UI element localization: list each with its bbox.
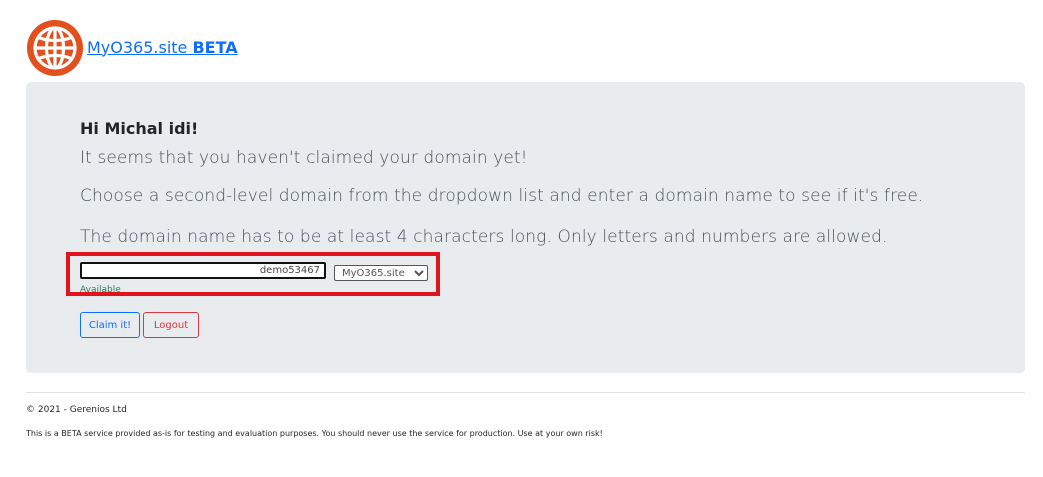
instructions-text: Choose a second-level domain from the dr… <box>80 186 924 206</box>
globe-icon <box>27 20 83 76</box>
beta-label: BETA <box>192 37 238 57</box>
claim-domain-panel: Hi Michal idi! It seems that you haven't… <box>26 82 1025 373</box>
claim-button[interactable]: Claim it! <box>80 312 140 338</box>
disclaimer-text: This is a BETA service provided as-is fo… <box>26 429 603 438</box>
footer-divider <box>26 392 1025 393</box>
site-home-link[interactable]: MyO365.site BETA <box>87 38 238 57</box>
unclaimed-message: It seems that you haven't claimed your d… <box>80 148 528 168</box>
domain-name-input[interactable] <box>80 262 326 279</box>
logout-button[interactable]: Logout <box>143 312 199 338</box>
greeting-heading: Hi Michal idi! <box>80 119 199 138</box>
site-name: MyO365.site <box>87 37 188 57</box>
domain-suffix-select[interactable]: MyO365.site <box>334 265 428 281</box>
header: MyO365.site BETA <box>26 19 238 77</box>
rules-text: The domain name has to be at least 4 cha… <box>80 227 888 247</box>
copyright-text: © 2021 - Gerenios Ltd <box>26 405 127 415</box>
availability-status: Available <box>80 285 121 295</box>
